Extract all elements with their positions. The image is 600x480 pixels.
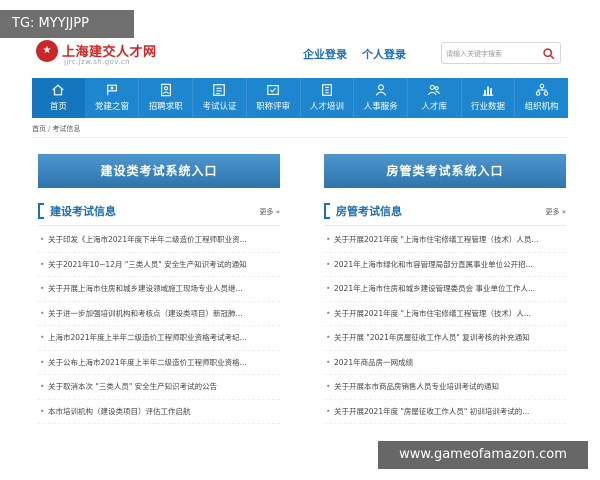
news-item[interactable]: 关于开展2021年度 "上海市住宅修缮工程管理（技术）人员...: [324, 228, 566, 253]
news-item[interactable]: 关于开展上海市住房和城乡建设领域施工现场专业人员继...: [38, 277, 280, 302]
search-input[interactable]: [446, 46, 538, 61]
page: ★ 上海建交人才网 jjrc.jzw.sh.gov.cn 企业登录 个人登录 首…: [0, 0, 600, 480]
news-list: 关于印发《上海市2021年度下半年二级造价工程师职业资... 关于2021年10…: [38, 228, 280, 424]
nav-label: 人事服务: [363, 102, 398, 112]
section-marker: [324, 203, 330, 219]
news-item[interactable]: 本市培训机构（建设类项目）评估工作启航: [38, 400, 280, 424]
site-header: ★ 上海建交人才网 jjrc.jzw.sh.gov.cn 企业登录 个人登录: [32, 34, 568, 76]
search-box: [441, 42, 561, 64]
more-link[interactable]: 更多 »: [545, 207, 566, 217]
personal-login-link[interactable]: 个人登录: [362, 46, 406, 62]
news-item[interactable]: 关于开展2021年度 "上海市住宅修缮工程管理（技术）人...: [324, 302, 566, 326]
construction-exam-column: 建设类考试系统入口 建设考试信息 更多 » 关于印发《上海市2021年度下半年二…: [38, 154, 280, 424]
construction-exam-system-banner[interactable]: 建设类考试系统入口: [38, 154, 280, 188]
nav-label: 招聘求职: [148, 102, 183, 112]
news-list: 关于开展2021年度 "上海市住宅修缮工程管理（技术）人员... 2021年上海…: [324, 228, 566, 424]
news-item[interactable]: 关于印发《上海市2021年度下半年二级造价工程师职业资...: [38, 228, 280, 253]
breadcrumb-home-link[interactable]: 首页: [32, 125, 46, 133]
section-marker: [38, 203, 44, 219]
review-icon: [267, 85, 279, 95]
nav-item-title-review[interactable]: 职称评审: [247, 78, 301, 118]
site-domain: jjrc.jzw.sh.gov.cn: [64, 58, 130, 66]
news-item[interactable]: 关于取消本次 "三类人员" 安全生产知识考试的公告: [38, 375, 280, 400]
housing-exam-system-banner[interactable]: 房管类考试系统入口: [324, 154, 566, 188]
nav-item-talent-pool[interactable]: 人才库: [408, 78, 462, 118]
nav-label: 人才库: [421, 102, 448, 112]
nav-label: 考试认证: [202, 102, 237, 112]
news-item[interactable]: 2021年商品房一网成绩: [324, 351, 566, 375]
breadcrumb-separator: /: [48, 125, 51, 133]
nav-label: 人才培训: [309, 102, 344, 112]
more-link[interactable]: 更多 »: [259, 207, 280, 217]
news-item[interactable]: 关于开展 "2021年房屋征收工作人员" 复训考核的补充通知: [324, 326, 566, 351]
nav-label: 行业数据: [470, 102, 505, 112]
party-flag-icon: [107, 84, 118, 96]
nav-item-party[interactable]: 党建之窗: [86, 78, 140, 118]
nav-item-home[interactable]: 首页: [32, 78, 86, 118]
watermark-top-left: TG: MYYJJPP: [0, 10, 134, 38]
nav-item-recruitment[interactable]: 招聘求职: [139, 78, 194, 118]
nav-label: 组织机构: [524, 102, 559, 112]
news-item[interactable]: 关于2021年10~12月 "三类人员" 安全生产知识考试的通知: [38, 253, 280, 277]
seal-logo-icon[interactable]: ★: [36, 40, 58, 62]
talent-pool-icon: [428, 84, 441, 96]
nav-item-training[interactable]: 人才培训: [301, 78, 355, 118]
org-chart-icon: [535, 83, 548, 96]
nav-label: 职称评审: [256, 102, 291, 112]
main-nav: 首页 党建之窗 招聘求职 考试认证 职称评审 人才培训 人事服务 人才库 行业数…: [32, 78, 568, 118]
nav-item-exam[interactable]: 考试认证: [193, 78, 247, 118]
certificate-icon: [213, 84, 226, 96]
news-item[interactable]: 上海市2021年度上半年二级造价工程师职业资格考试考纪...: [38, 326, 280, 351]
breadcrumb-current: 考试信息: [52, 125, 81, 133]
news-item[interactable]: 2021年上海市绿化和市容管理局部分直属事业单位公开招...: [324, 253, 566, 277]
home-icon: [52, 84, 65, 96]
breadcrumb-divider: [32, 137, 568, 138]
person-service-icon: [375, 84, 386, 96]
resume-icon: [160, 83, 171, 97]
section-divider: [324, 225, 566, 226]
nav-label: 党建之窗: [95, 102, 130, 112]
section-title: 建设考试信息: [50, 205, 116, 218]
section-header: 建设考试信息 更多 »: [38, 200, 280, 226]
enterprise-login-link[interactable]: 企业登录: [303, 46, 347, 62]
nav-item-industry-data[interactable]: 行业数据: [462, 78, 516, 118]
website-content: ★ 上海建交人才网 jjrc.jzw.sh.gov.cn 企业登录 个人登录 首…: [32, 34, 568, 442]
section-divider: [38, 225, 280, 226]
nav-item-hr-service[interactable]: 人事服务: [354, 78, 408, 118]
news-item[interactable]: 关于公布上海市2021年度上半年二级造价工程师职业资格...: [38, 351, 280, 375]
news-item[interactable]: 关于进一步加强培训机构和考核点（建设类项目）新冠肺...: [38, 302, 280, 326]
news-item[interactable]: 2021年上海市住房和城乡建设管理委员会 事业单位工作人...: [324, 277, 566, 302]
breadcrumb: 首页 / 考试信息: [32, 124, 80, 134]
nav-label: 首页: [49, 102, 67, 112]
training-icon: [321, 84, 332, 96]
housing-exam-column: 房管类考试系统入口 房管考试信息 更多 » 关于开展2021年度 "上海市住宅修…: [324, 154, 566, 424]
news-item[interactable]: 关于开展本市商品房销售人员专业培训考试的通知: [324, 375, 566, 400]
bar-chart-icon: [482, 86, 494, 96]
watermark-bottom-right: www.gameofamazon.com: [378, 441, 588, 469]
section-title: 房管考试信息: [336, 205, 402, 218]
search-icon[interactable]: [542, 47, 555, 60]
news-item[interactable]: 关于开展2021年度 "房屋征收工作人员" 初训培训考试的...: [324, 400, 566, 424]
section-header: 房管考试信息 更多 »: [324, 200, 566, 226]
nav-item-organization[interactable]: 组织机构: [515, 78, 568, 118]
